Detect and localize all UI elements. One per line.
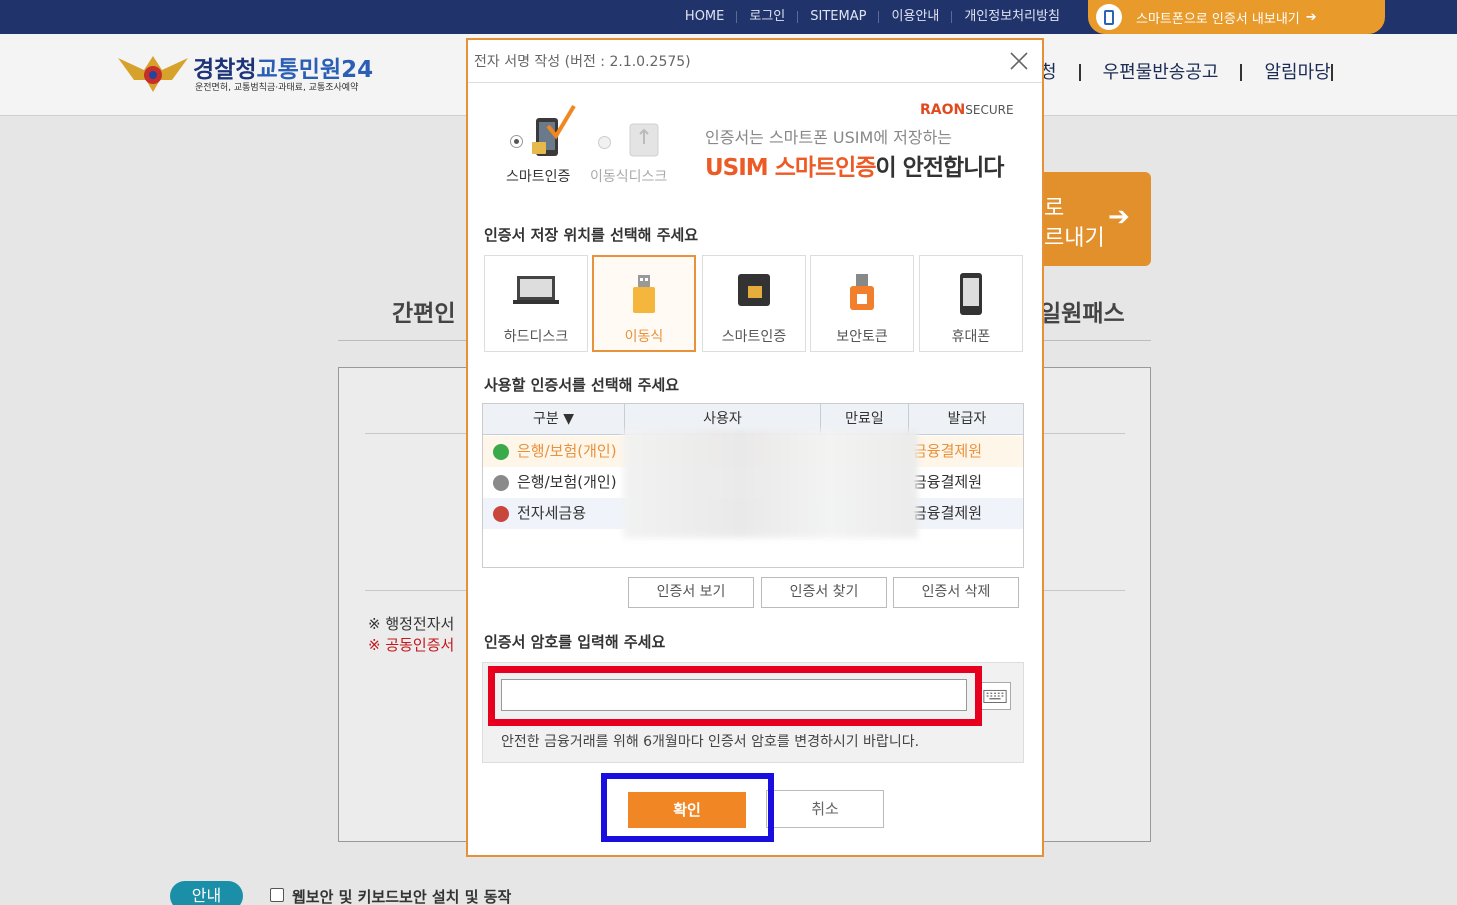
promo-line-1: 인증서는 스마트폰 USIM에 저장하는 bbox=[705, 128, 953, 147]
nav-item-clipped[interactable]: 청 bbox=[1040, 64, 1079, 82]
logo-title: 경찰청교통민원24 bbox=[193, 57, 374, 83]
install-label: 웹보안 및 키보드보안 설치 및 동작 bbox=[292, 888, 512, 905]
top-bar: HOME 로그인 SITEMAP 이용안내 개인정보처리방침 스마트폰으로 인증… bbox=[0, 0, 1457, 34]
highlight-confirm-button bbox=[601, 773, 774, 842]
dialog-header: 전자 서명 작성 (버전 : 2.1.0.2575) bbox=[468, 40, 1042, 83]
location-section-label: 인증서 저장 위치를 선택해 주세요 bbox=[484, 226, 699, 244]
top-link-login[interactable]: 로그인 bbox=[736, 10, 797, 23]
promo-line-2: USIM 스마트인증이 안전합니다 bbox=[705, 155, 1004, 181]
guide-button[interactable]: 안내 bbox=[170, 881, 243, 905]
site-logo[interactable]: 경찰청교통민원24 운전면허, 교통범칙금·과태료, 교통조사예약 bbox=[118, 50, 418, 100]
radio-removable-disk[interactable] bbox=[598, 136, 611, 149]
top-link-guide[interactable]: 이용안내 bbox=[878, 10, 951, 23]
nav-item-notice[interactable]: 알림마당 bbox=[1240, 64, 1333, 82]
view-cert-button[interactable]: 인증서 보기 bbox=[628, 577, 754, 608]
col-header-issuer[interactable]: 발급자 bbox=[909, 404, 1023, 435]
close-icon[interactable] bbox=[1008, 50, 1030, 72]
bank-cert-icon bbox=[493, 475, 509, 491]
removable-disk-label[interactable]: 이동식디스크 bbox=[590, 166, 667, 186]
cancel-button[interactable]: 취소 bbox=[766, 790, 884, 828]
password-section-label: 인증서 암호를 입력해 주세요 bbox=[484, 633, 666, 651]
bg-note-cert: ※ 공동인증서 bbox=[368, 636, 455, 654]
location-smart-auth[interactable]: 스마트인증 bbox=[702, 255, 806, 352]
bank-cert-icon bbox=[493, 444, 509, 460]
export-cert-label: 스마트폰으로 인증서 내보내기 bbox=[1136, 11, 1300, 27]
col-header-type[interactable]: 구분 ▼ bbox=[483, 404, 625, 435]
usb-icon bbox=[633, 275, 655, 313]
smart-auth-phone-icon bbox=[532, 104, 576, 156]
cert-section-label: 사용할 인증서를 선택해 주세요 bbox=[484, 376, 680, 394]
dialog-title: 전자 서명 작성 (버전 : 2.1.0.2575) bbox=[474, 54, 691, 70]
arrow-right-icon: ➔ bbox=[1305, 9, 1317, 25]
location-mobile-phone[interactable]: 휴대폰 bbox=[919, 255, 1023, 352]
delete-cert-button[interactable]: 인증서 삭제 bbox=[893, 577, 1019, 608]
top-links: HOME 로그인 SITEMAP 이용안내 개인정보처리방침 bbox=[673, 0, 1072, 34]
location-removable[interactable]: 이동식 bbox=[592, 255, 696, 352]
keyboard-icon[interactable] bbox=[979, 682, 1011, 710]
e-signature-dialog: 전자 서명 작성 (버전 : 2.1.0.2575) 스마트인증 이동식디스크 … bbox=[466, 38, 1044, 857]
redacted-user-info bbox=[623, 430, 918, 538]
sim-card-icon bbox=[738, 274, 770, 306]
top-link-privacy[interactable]: 개인정보처리방침 bbox=[951, 10, 1072, 23]
password-hint: 안전한 금융거래를 위해 6개월마다 인증서 암호를 변경하시기 바랍니다. bbox=[501, 734, 920, 750]
nav-item-returned-mail[interactable]: 우편물반송공고 bbox=[1078, 64, 1241, 82]
main-nav: 청 우편물반송공고 알림마당 bbox=[1040, 64, 1333, 82]
install-checkbox[interactable] bbox=[270, 888, 284, 902]
police-emblem-icon bbox=[118, 56, 188, 92]
find-cert-button[interactable]: 인증서 찾기 bbox=[761, 577, 887, 608]
top-link-sitemap[interactable]: SITEMAP bbox=[797, 10, 878, 23]
tax-cert-icon bbox=[493, 506, 509, 522]
smart-auth-label[interactable]: 스마트인증 bbox=[506, 166, 570, 186]
top-link-home[interactable]: HOME bbox=[673, 10, 736, 23]
tab-simple-auth[interactable]: 간편인 bbox=[392, 294, 455, 328]
location-security-token[interactable]: 보안토큰 bbox=[810, 255, 914, 352]
smartphone-icon bbox=[1096, 4, 1122, 30]
radio-smart-auth[interactable] bbox=[510, 135, 523, 148]
tab-onepass[interactable]: 일원패스 bbox=[1040, 294, 1125, 328]
phone-icon bbox=[960, 273, 982, 315]
export-cert-button[interactable]: 스마트폰으로 인증서 내보내기 ➔ bbox=[1088, 0, 1385, 34]
token-icon bbox=[850, 274, 874, 310]
laptop-icon bbox=[513, 276, 559, 304]
logo-subtitle: 운전면허, 교통범칙금·과태료, 교통조사예약 bbox=[195, 83, 359, 93]
location-harddisk[interactable]: 하드디스크 bbox=[484, 255, 588, 352]
arrow-right-icon: ➔ bbox=[1108, 202, 1130, 232]
removable-disk-icon bbox=[629, 123, 659, 157]
bg-note-admin: ※ 행정전자서 bbox=[368, 615, 455, 633]
raonsecure-logo: RAONSECURE bbox=[920, 102, 1014, 118]
cert-table: 구분 ▼ 사용자 만료일 발급자 은행/보험(개인) 금융결제원 은행/보험(개… bbox=[482, 403, 1024, 568]
highlight-password-field bbox=[488, 666, 982, 726]
